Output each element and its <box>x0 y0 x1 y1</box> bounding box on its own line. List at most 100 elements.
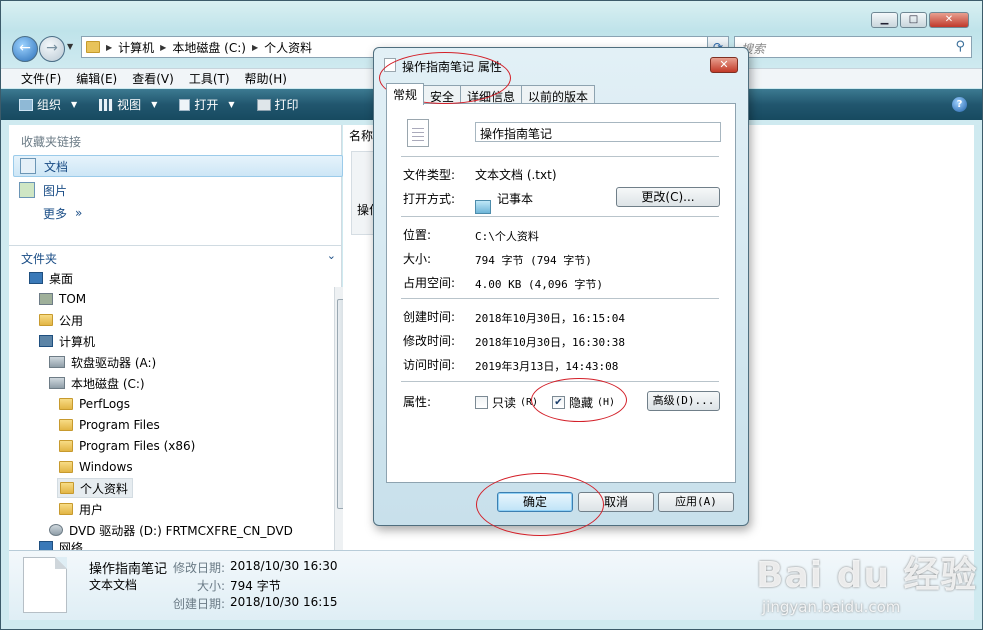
menu-help[interactable]: 帮助(H) <box>245 70 287 87</box>
print-label: 打印 <box>274 98 299 112</box>
modified-value: 2018年10月30日，16:30:38 <box>475 336 625 349</box>
created-label: 创建时间: <box>403 310 456 324</box>
back-button[interactable]: ← <box>12 36 38 62</box>
open-button[interactable]: 打开 ▼ <box>173 96 240 113</box>
favorite-more[interactable]: 更多 » <box>13 202 343 224</box>
printer-icon <box>256 98 271 111</box>
search-input[interactable]: 搜索 ⚲ <box>734 36 972 58</box>
documents-icon <box>20 158 36 174</box>
tab-general[interactable]: 常规 <box>386 83 425 105</box>
accessed-value: 2019年3月13日，14:43:08 <box>475 360 619 373</box>
hidden-shortcut: (H) <box>597 397 616 408</box>
tree-item-network[interactable]: 网络 <box>39 539 83 550</box>
menu-edit[interactable]: 编辑(E) <box>76 70 117 87</box>
chevron-down-icon: ▼ <box>228 100 235 109</box>
column-header-name[interactable]: 名称 <box>349 127 373 144</box>
tree-label: 桌面 <box>49 271 74 286</box>
created-value: 2018年10月30日，16:15:04 <box>475 312 625 325</box>
tab-previous-versions[interactable]: 以前的版本 <box>521 85 596 105</box>
hidden-checkbox[interactable]: ✔ 隐藏 (H) <box>552 394 615 411</box>
tree-item-tom[interactable]: TOM <box>39 289 86 309</box>
location-value: C:\个人资料 <box>475 230 539 243</box>
tree-label: 计算机 <box>59 334 96 349</box>
readonly-check-box[interactable] <box>475 396 488 409</box>
readonly-checkbox[interactable]: 只读 (R) <box>475 394 538 411</box>
tree-item-public[interactable]: 公用 <box>39 310 83 330</box>
tree-label: DVD 驱动器 (D:) FRTMCXFRE_CN_DVD <box>69 523 293 538</box>
favorite-pictures[interactable]: 图片 <box>13 179 343 201</box>
favorite-documents[interactable]: 文档 <box>13 155 343 177</box>
print-button[interactable]: 打印 <box>251 96 305 113</box>
tree-label: 软盘驱动器 (A:) <box>71 355 157 370</box>
divider <box>401 156 719 157</box>
attributes-label: 属性: <box>403 395 432 409</box>
tree-item-windows[interactable]: Windows <box>59 457 133 477</box>
folder-icon <box>59 440 73 452</box>
menu-file[interactable]: 文件(F) <box>21 70 61 87</box>
window-controls: ▁ □ ✕ <box>871 12 969 28</box>
folder-icon <box>59 503 73 515</box>
help-icon[interactable]: ? <box>952 97 967 112</box>
hidden-check-box[interactable]: ✔ <box>552 396 565 409</box>
file-item[interactable] <box>351 151 375 235</box>
notepad-icon <box>475 200 491 214</box>
folders-header[interactable]: 文件夹 ⌄ <box>9 245 342 267</box>
file-type-label: 文件类型: <box>403 168 456 182</box>
network-icon <box>39 541 53 550</box>
history-dropdown-icon[interactable]: ▼ <box>67 42 73 51</box>
ok-button[interactable]: 确定 <box>497 492 573 512</box>
tree-item-personal[interactable]: 个人资料 <box>57 478 134 498</box>
readonly-shortcut: (R) <box>520 397 539 408</box>
change-button[interactable]: 更改(C)... <box>616 187 720 207</box>
general-tab-panel: 操作指南笔记 文件类型: 文本文档 (.txt) 打开方式: 记事本 更改(C)… <box>386 103 736 483</box>
filename-input[interactable]: 操作指南笔记 <box>475 122 721 142</box>
organize-button[interactable]: 组织 ▼ <box>13 96 83 113</box>
tree-item-program-files-x86[interactable]: Program Files (x86) <box>59 436 195 456</box>
dialog-close-button[interactable]: ✕ <box>710 57 738 73</box>
breadcrumb-local-disk[interactable]: 本地磁盘 (C:) <box>172 39 246 56</box>
details-created: 2018/10/30 16:15 <box>230 595 338 609</box>
tree-item-users[interactable]: 用户 <box>59 499 103 519</box>
folder-icon <box>59 461 73 473</box>
menu-view[interactable]: 查看(V) <box>132 70 174 87</box>
close-button[interactable]: ✕ <box>929 12 969 28</box>
tree-item-dvd[interactable]: DVD 驱动器 (D:) FRTMCXFRE_CN_DVD <box>49 520 293 540</box>
cancel-button[interactable]: 取消 <box>578 492 654 512</box>
tree-label: 本地磁盘 (C:) <box>71 376 145 391</box>
forward-button[interactable]: → <box>39 36 65 62</box>
details-modified-label: 修改日期: <box>172 561 225 575</box>
tree-item-perflogs[interactable]: PerfLogs <box>59 394 130 414</box>
tree-item-local-disk[interactable]: 本地磁盘 (C:) <box>49 373 145 393</box>
folder-icon <box>60 482 74 494</box>
location-label: 位置: <box>403 228 432 242</box>
tab-details[interactable]: 详细信息 <box>460 85 523 105</box>
advanced-button[interactable]: 高级(D)... <box>647 391 720 411</box>
favorite-label: 文档 <box>44 159 69 174</box>
modified-label: 修改时间: <box>403 334 456 348</box>
details-filetype: 文本文档 <box>89 578 138 592</box>
chevron-right-icon[interactable]: ▶ <box>106 43 112 52</box>
breadcrumb-personal[interactable]: 个人资料 <box>264 39 312 56</box>
minimize-button[interactable]: ▁ <box>871 12 898 28</box>
size-on-disk-value: 4.00 KB (4,096 字节) <box>475 278 603 291</box>
details-filename: 操作指南笔记 <box>89 562 168 577</box>
search-icon[interactable]: ⚲ <box>955 39 965 54</box>
details-size-label: 大小: <box>196 579 225 593</box>
apply-button[interactable]: 应用(A) <box>658 492 734 512</box>
floppy-drive-icon <box>49 356 65 368</box>
folder-icon <box>59 398 73 410</box>
tree-item-floppy[interactable]: 软盘驱动器 (A:) <box>49 352 156 372</box>
chevron-right-icon[interactable]: ▶ <box>252 43 258 52</box>
dialog-title: 操作指南笔记 属性 <box>402 60 502 74</box>
tab-security[interactable]: 安全 <box>423 85 462 105</box>
chevron-right-icon[interactable]: ▶ <box>160 43 166 52</box>
size-on-disk-label: 占用空间: <box>403 276 456 290</box>
tree-item-desktop[interactable]: 桌面 <box>29 268 73 288</box>
dvd-drive-icon <box>49 524 63 536</box>
menu-tools[interactable]: 工具(T) <box>189 70 230 87</box>
maximize-button[interactable]: □ <box>900 12 927 28</box>
breadcrumb-computer[interactable]: 计算机 <box>118 39 154 56</box>
views-button[interactable]: 视图 ▼ <box>93 96 163 113</box>
tree-item-program-files[interactable]: Program Files <box>59 415 160 435</box>
tree-item-computer[interactable]: 计算机 <box>39 331 95 351</box>
